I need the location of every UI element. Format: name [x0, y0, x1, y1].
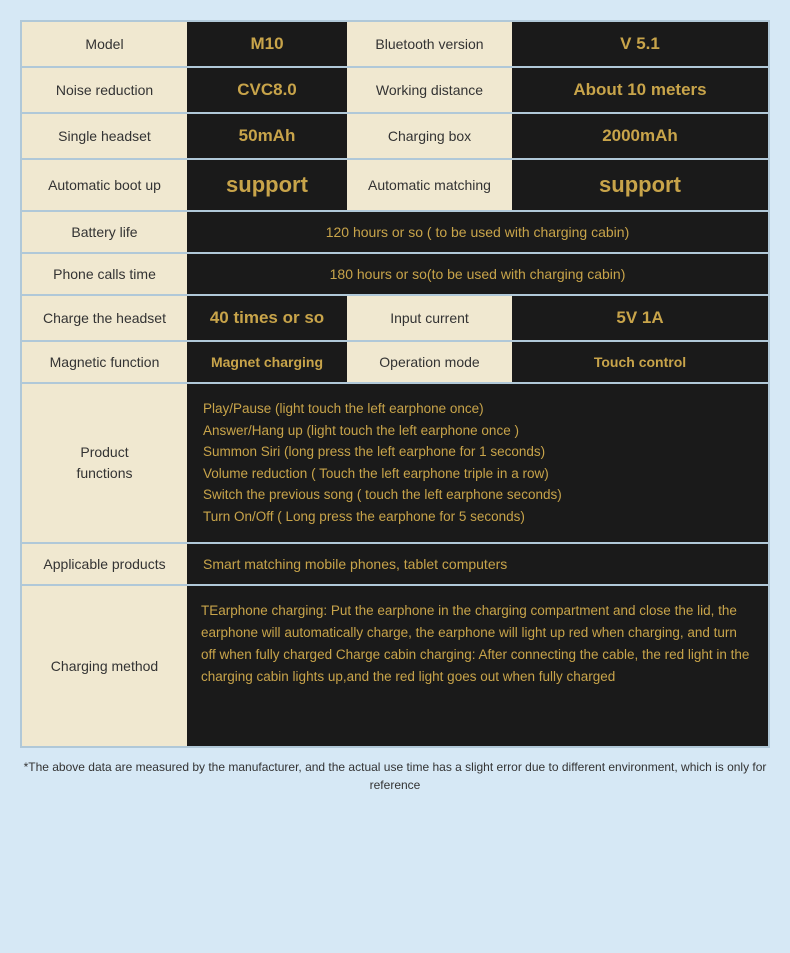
- row-charge-input: Charge the headset 40 times or so Input …: [22, 296, 768, 342]
- value-phone: 180 hours or so(to be used with charging…: [187, 254, 768, 294]
- specs-table: Model M10 Bluetooth version V 5.1 Noise …: [20, 20, 770, 748]
- value-charging-method: TEarphone charging: Put the earphone in …: [187, 586, 768, 746]
- label-input: Input current: [347, 296, 512, 340]
- label-charge: Charge the headset: [22, 296, 187, 340]
- value-boot: support: [187, 160, 347, 210]
- value-input: 5V 1A: [512, 296, 768, 340]
- label-battery: Battery life: [22, 212, 187, 252]
- label-boot: Automatic boot up: [22, 160, 187, 210]
- label-bluetooth: Bluetooth version: [347, 22, 512, 66]
- value-functions: Play/Pause (light touch the left earphon…: [187, 384, 768, 542]
- label-functions: Productfunctions: [22, 384, 187, 542]
- value-charging-box: 2000mAh: [512, 114, 768, 158]
- label-magnetic: Magnetic function: [22, 342, 187, 382]
- label-applicable: Applicable products: [22, 544, 187, 584]
- value-noise: CVC8.0: [187, 68, 347, 112]
- value-bluetooth: V 5.1: [512, 22, 768, 66]
- row-boot-matching: Automatic boot up support Automatic matc…: [22, 160, 768, 212]
- label-charging-method: Charging method: [22, 586, 187, 746]
- row-product-functions: Productfunctions Play/Pause (light touch…: [22, 384, 768, 544]
- value-working: About 10 meters: [512, 68, 768, 112]
- value-charge: 40 times or so: [187, 296, 347, 340]
- row-charging-method: Charging method TEarphone charging: Put …: [22, 586, 768, 746]
- footnote: *The above data are measured by the manu…: [20, 758, 770, 794]
- row-model-bluetooth: Model M10 Bluetooth version V 5.1: [22, 22, 768, 68]
- value-model: M10: [187, 22, 347, 66]
- label-working: Working distance: [347, 68, 512, 112]
- label-phone: Phone calls time: [22, 254, 187, 294]
- value-operation: Touch control: [512, 342, 768, 382]
- row-applicable: Applicable products Smart matching mobil…: [22, 544, 768, 586]
- value-single: 50mAh: [187, 114, 347, 158]
- value-applicable: Smart matching mobile phones, tablet com…: [187, 544, 768, 584]
- row-single-charging: Single headset 50mAh Charging box 2000mA…: [22, 114, 768, 160]
- value-matching: support: [512, 160, 768, 210]
- label-matching: Automatic matching: [347, 160, 512, 210]
- label-model: Model: [22, 22, 187, 66]
- row-phone-calls: Phone calls time 180 hours or so(to be u…: [22, 254, 768, 296]
- label-noise: Noise reduction: [22, 68, 187, 112]
- label-single: Single headset: [22, 114, 187, 158]
- label-operation: Operation mode: [347, 342, 512, 382]
- value-magnetic: Magnet charging: [187, 342, 347, 382]
- row-battery: Battery life 120 hours or so ( to be use…: [22, 212, 768, 254]
- row-magnetic-operation: Magnetic function Magnet charging Operat…: [22, 342, 768, 384]
- row-noise-working: Noise reduction CVC8.0 Working distance …: [22, 68, 768, 114]
- value-battery: 120 hours or so ( to be used with chargi…: [187, 212, 768, 252]
- label-charging-box: Charging box: [347, 114, 512, 158]
